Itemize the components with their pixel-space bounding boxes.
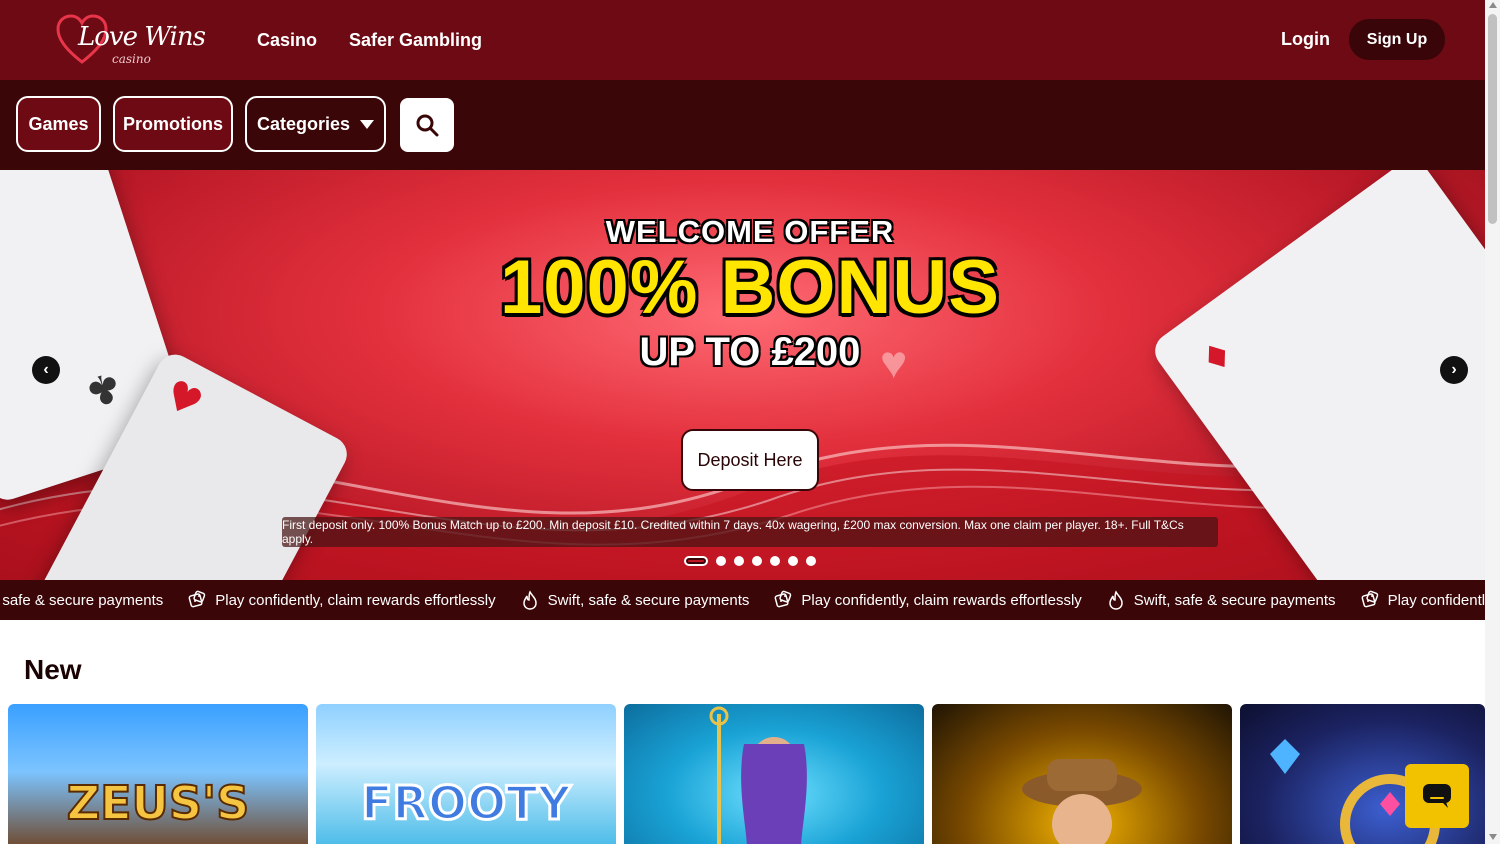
ticker-item-text: Play confidently [1387,591,1485,609]
ticker-item: Play confidently, claim rewards effortle… [773,590,1082,610]
search-button[interactable] [400,98,454,152]
flame-icon [1109,590,1123,610]
carousel-dot[interactable] [788,556,798,566]
login-link[interactable]: Login [1281,29,1330,50]
ticker-item-text: , safe & secure payments [0,591,164,609]
game-tile-title: FROOTY [360,775,573,832]
promotions-button[interactable]: Promotions [113,96,233,152]
page-scrollbar[interactable] [1485,0,1500,844]
game-tile[interactable] [624,704,924,844]
top-header: Love Wins casino Casino Safer Gambling L… [0,0,1485,80]
ticker-item: Swift, safe & secure payments [1106,590,1336,610]
offer-amount: UP TO £200 [639,330,861,374]
ticker-item: , safe & secure payments [0,592,163,609]
dice-icon [188,590,206,608]
dice-icon [1361,590,1378,608]
games-button-label: Games [28,113,89,134]
flame-icon [522,590,537,610]
game-tile-title: ZEUS'S [66,775,250,831]
ticker-item-text: Swift, safe & secure payments [547,591,750,609]
chat-widget-button[interactable] [1405,764,1469,828]
logo-subtext: casino [112,52,151,66]
heart-suit-icon: ♥ [156,370,211,429]
chevron-left-icon: ‹ [43,361,49,378]
scroll-down-arrow-icon[interactable] [1489,834,1497,840]
game-tile[interactable]: FROOTY [316,704,616,844]
chat-icon [1423,784,1451,808]
carousel-dot[interactable] [752,556,762,566]
heart-suit-icon: ♥ [76,566,156,580]
ticker-item: Play confidently, claim rewards effortle… [187,590,496,610]
game-tile[interactable]: ZEUS'S [8,704,308,844]
caret-down-icon [360,119,375,129]
mermaid-artwork-icon [709,706,807,844]
deposit-button[interactable]: Deposit Here [681,429,819,491]
nav-casino[interactable]: Casino [257,30,317,51]
offer-bonus: 100% BONUS [500,245,1000,330]
search-icon [416,114,439,137]
categories-dropdown[interactable]: Categories [245,96,386,152]
promotions-button-label: Promotions [122,113,223,134]
section-title-new: New [24,654,82,685]
carousel-dot[interactable] [806,556,816,566]
game-tile[interactable] [932,704,1232,844]
benefits-ticker: , safe & secure payments Play confidentl… [0,580,1485,620]
logo[interactable]: Love Wins casino [56,14,206,68]
hero-banner: ♥ ♥ ♣ ♥ ♥ ♦ WELCOME OFFER 100% BONUS UP … [0,170,1485,580]
signup-button[interactable]: Sign Up [1349,19,1445,60]
chevron-right-icon: › [1451,361,1457,378]
scroll-up-arrow-icon[interactable] [1489,2,1497,8]
ticker-item-text: Play confidently, claim rewards effortle… [801,591,1082,609]
dice-icon [774,590,792,608]
carousel-dot[interactable] [770,556,780,566]
ticker-item-text: Play confidently, claim rewards effortle… [215,591,496,609]
scrollbar-thumb[interactable] [1488,14,1497,224]
categories-dropdown-label: Categories [256,113,351,134]
carousel-prev-button[interactable]: ‹ [32,356,60,384]
page: Love Wins casino Casino Safer Gambling L… [0,0,1500,844]
carousel-dot[interactable] [716,556,726,566]
carousel-dot[interactable] [734,556,744,566]
carousel-dot[interactable] [684,556,708,566]
logo-text: Love Wins [78,22,206,52]
category-bar: Games Promotions Categories [0,80,1485,170]
terms-text: First deposit only. 100% Bonus Match up … [282,517,1218,547]
ticker-item: Play confidently [1360,590,1485,610]
games-button[interactable]: Games [16,96,101,152]
ticker-item: Swift, safe & secure payments [520,590,750,610]
ticker-track: , safe & secure payments Play confidentl… [0,580,1485,620]
nav-safer-gambling[interactable]: Safer Gambling [349,30,482,51]
explorer-artwork-icon [1022,759,1142,844]
top-nav: Casino Safer Gambling [257,0,482,80]
ticker-item-text: Swift, safe & secure payments [1133,591,1336,609]
carousel-dots [684,556,816,566]
carousel-next-button[interactable]: › [1440,356,1468,384]
